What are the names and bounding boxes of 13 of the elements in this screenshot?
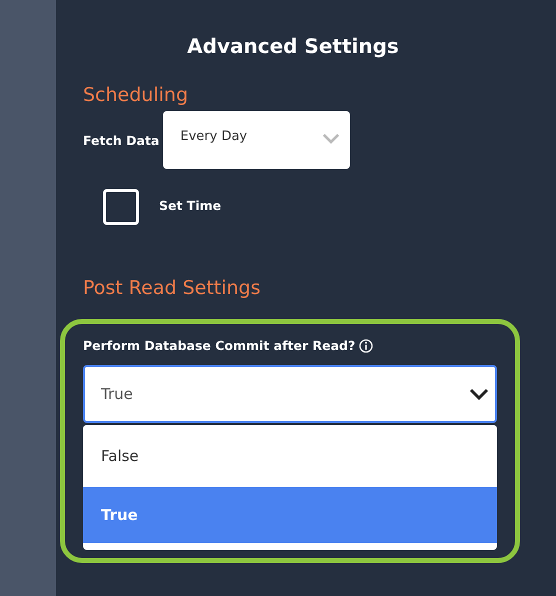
fetch-data-dropdown[interactable]: Every Day (163, 111, 350, 169)
field-label: Fetch Data (83, 132, 160, 148)
field-label: Perform Database Commit after Read? (83, 338, 356, 353)
info-icon (359, 338, 374, 352)
dropdown-option[interactable]: True (83, 487, 497, 543)
window-title: Advanced Settings (187, 34, 400, 58)
chevron-icon (322, 133, 340, 144)
section-heading: Scheduling (83, 84, 188, 106)
checkbox[interactable] (103, 189, 139, 225)
checkbox-label: Set Time (159, 198, 222, 212)
chevron-icon (469, 388, 489, 400)
commit-dropdown[interactable]: True (83, 365, 497, 423)
section-heading: Post Read Settings (83, 277, 261, 299)
